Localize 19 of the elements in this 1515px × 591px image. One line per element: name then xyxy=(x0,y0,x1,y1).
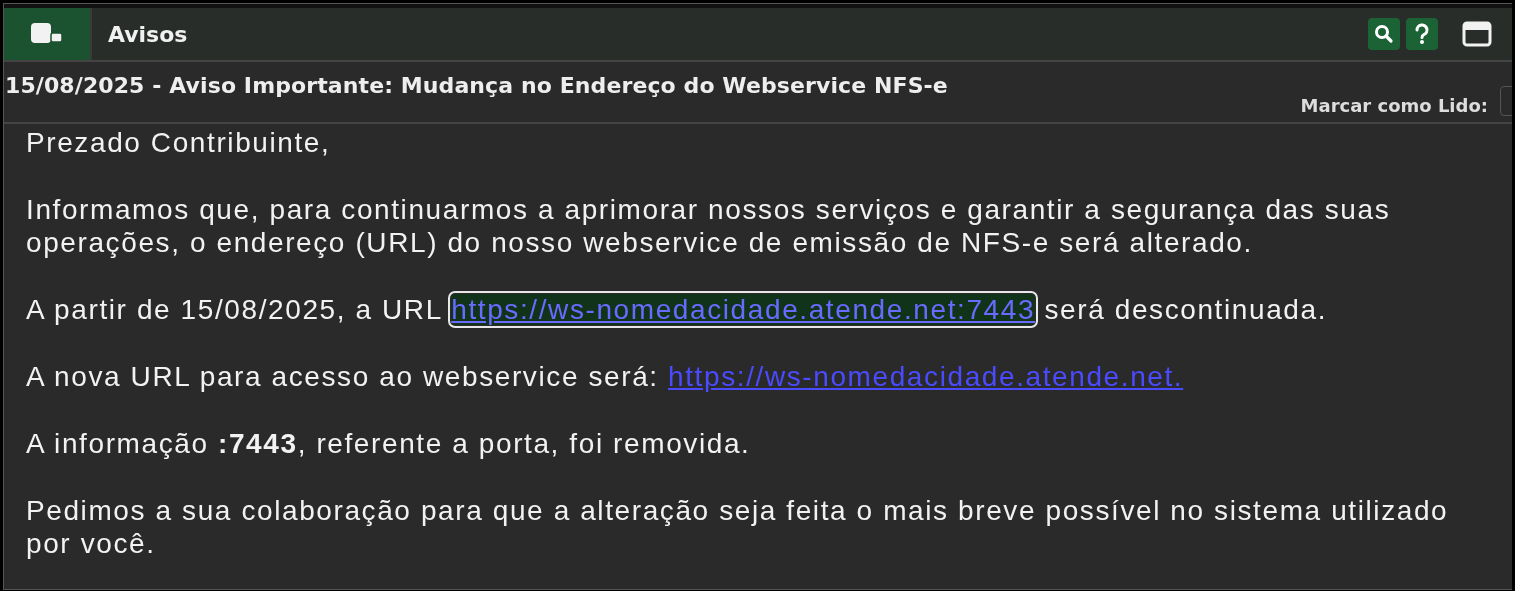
url-link[interactable]: https://ws-nomedacidade.atende.net. xyxy=(668,361,1184,392)
help-button[interactable] xyxy=(1406,18,1438,50)
search-icon xyxy=(1374,24,1394,44)
paragraph: A nova URL para acesso ao webservice será: https://ws-nomedacidade.atende.net. xyxy=(26,360,1185,393)
app-icon-tile[interactable] xyxy=(4,8,92,60)
notice-title: 15/08/2025 - Aviso Importante: Mudança no Endereço do Webservice NFS-e xyxy=(5,73,948,100)
window-button[interactable] xyxy=(1462,21,1492,47)
window-icon xyxy=(1462,21,1492,47)
paragraph: Informamos que, para continuarmos a aprimorar nossos serviços e garantir a segurança das suas operações, o endereço (URL) do nosso webservice de emissão de NFS-e será alterado. xyxy=(26,193,1392,259)
paragraph: A partir de 15/08/2025, a URL https://ws-nomedacidade.atende.net:7443 será descontinuada. xyxy=(26,293,1329,326)
paragraph: Pedimos a sua colaboração para que a alteração seja feita o mais breve possível no sistema utilizado por você. xyxy=(26,494,1450,560)
search-button[interactable] xyxy=(1368,18,1400,50)
paragraph: A informação :7443, referente a porta, foi removida. xyxy=(26,427,752,460)
notes-icon xyxy=(30,22,64,46)
paragraph: Prezado Contribuinte, xyxy=(26,126,332,159)
help-icon xyxy=(1414,23,1430,45)
window-title: Avisos xyxy=(108,21,189,47)
url-link[interactable]: https://ws-nomedacidade.atende.net:7443 xyxy=(451,294,1036,325)
mark-read-label: Marcar como Lido: xyxy=(1300,95,1488,116)
